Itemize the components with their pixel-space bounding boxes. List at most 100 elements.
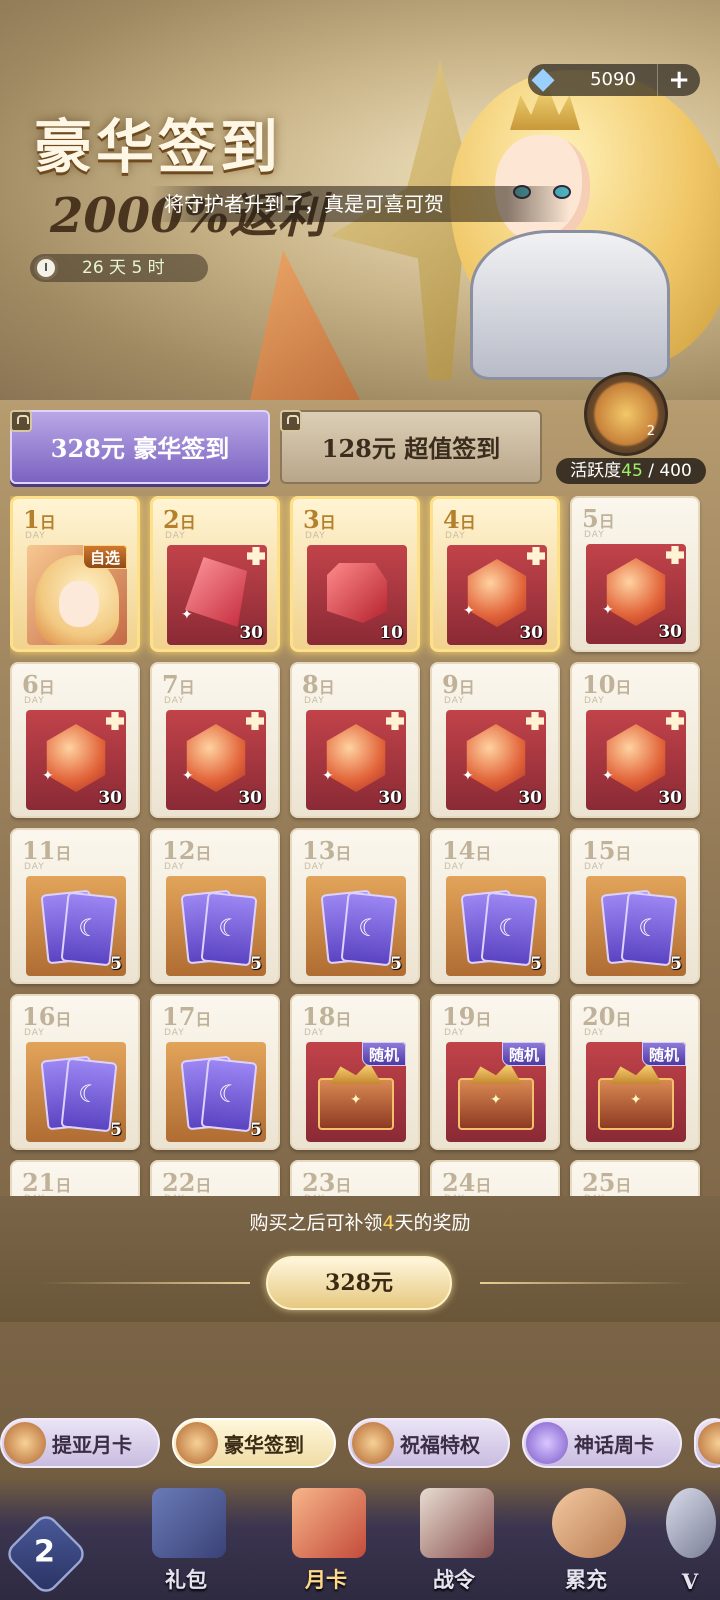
- reward-tag: 随机: [361, 1042, 406, 1066]
- day-reward-cell[interactable]: 4日 DAY ✦ 30: [430, 496, 560, 652]
- day-sublabel: DAY: [445, 531, 466, 541]
- reward-quantity: 5: [670, 954, 682, 974]
- reward-quantity: 30: [518, 788, 542, 808]
- day-sublabel: DAY: [584, 696, 605, 706]
- blessing-icon: [352, 1422, 394, 1464]
- day-label: 2日: [163, 505, 196, 534]
- subtab-blessing[interactable]: 祝福特权: [348, 1418, 510, 1468]
- reward-quantity: 5: [390, 954, 402, 974]
- day-reward-cell[interactable]: 6日 DAY ✦ 30: [10, 662, 140, 818]
- day-label: 8日: [302, 670, 335, 699]
- day-label: 25日: [582, 1168, 632, 1197]
- day-reward-cell[interactable]: 14日DAY 5: [430, 828, 560, 984]
- nav-cumulative-topup[interactable]: 累充: [536, 1478, 636, 1594]
- moon-cards-icon: 5: [446, 876, 546, 976]
- day-label: 22日: [162, 1168, 212, 1197]
- day-label: 14日: [442, 836, 492, 865]
- purchase-note: 购买之后可补领4天的奖励: [249, 1212, 471, 1234]
- add-currency-button[interactable]: +: [657, 64, 690, 96]
- subtab-tia-monthly[interactable]: 提亚月卡: [0, 1418, 160, 1468]
- moon-cards-icon: 5: [586, 876, 686, 976]
- subtab-next[interactable]: [694, 1418, 720, 1468]
- reward-quantity: 30: [658, 622, 682, 642]
- flame-gem-icon: ✦ 30: [26, 710, 126, 810]
- currency-bar: ◆ 5090 +: [528, 61, 700, 96]
- day-label: 11日: [22, 836, 72, 865]
- day-label: 5日: [582, 504, 615, 533]
- day-sublabel: DAY: [24, 1028, 45, 1038]
- day-reward-cell[interactable]: 2日 DAY ✦ 30: [150, 496, 280, 652]
- day-label: 1日: [23, 505, 56, 534]
- day-label: 13日: [302, 836, 352, 865]
- day-label: 23日: [302, 1168, 352, 1197]
- day-sublabel: DAY: [164, 862, 185, 872]
- day-label: 21日: [22, 1168, 72, 1197]
- tab-luxury-signin[interactable]: 328元 豪华签到: [10, 410, 270, 484]
- day-reward-cell[interactable]: 12日DAY 5: [150, 828, 280, 984]
- day-reward-cell[interactable]: 10日 DAY ✦ 30: [570, 662, 700, 818]
- day-label: 17日: [162, 1002, 212, 1031]
- day-reward-cell[interactable]: 8日 DAY ✦ 30: [290, 662, 420, 818]
- day-sublabel: DAY: [444, 1028, 465, 1038]
- clock-icon: [34, 256, 58, 280]
- buy-button[interactable]: 328元: [266, 1256, 452, 1310]
- day-reward-cell[interactable]: 3日 DAY 10: [290, 496, 420, 652]
- moon-cards-icon: 5: [26, 1042, 126, 1142]
- monthly-card-icon: [4, 1422, 46, 1464]
- nav-gift-pack[interactable]: 礼包: [136, 1478, 236, 1594]
- reward-tag: 自选: [82, 545, 127, 569]
- red-crystal-icon: ✦ 30: [167, 545, 267, 645]
- activity-reward-count: 2: [646, 424, 655, 439]
- lock-icon: [10, 410, 32, 432]
- vip-icon: [666, 1488, 716, 1558]
- day-reward-cell[interactable]: 20日 DAY ✦ 随机: [570, 994, 700, 1150]
- day-reward-cell[interactable]: 1日 DAY 自选: [10, 496, 140, 652]
- reward-tag: 随机: [641, 1042, 686, 1066]
- day-label: 7日: [162, 670, 195, 699]
- reward-quantity: 30: [519, 623, 543, 643]
- day-reward-cell[interactable]: 13日DAY 5: [290, 828, 420, 984]
- diamond-amount: 5090: [590, 69, 636, 90]
- moon-cards-icon: 5: [166, 876, 266, 976]
- lock-icon: [280, 410, 302, 432]
- gift-box-icon: [152, 1488, 226, 1558]
- reward-quantity: 30: [98, 788, 122, 808]
- day-reward-cell[interactable]: 11日DAY 5: [10, 828, 140, 984]
- hero-portrait-icon: 自选: [27, 545, 127, 645]
- flame-gem-icon: ✦ 30: [306, 710, 406, 810]
- reward-quantity: 5: [110, 1120, 122, 1140]
- reward-quantity: 5: [250, 1120, 262, 1140]
- day-sublabel: DAY: [25, 531, 46, 541]
- day-label: 20日: [582, 1002, 632, 1031]
- nav-vip[interactable]: V: [660, 1478, 720, 1594]
- flame-gem-icon: ✦ 30: [446, 710, 546, 810]
- day-reward-cell[interactable]: 17日DAY 5: [150, 994, 280, 1150]
- nav-battle-pass[interactable]: 战令: [404, 1478, 504, 1594]
- day-sublabel: DAY: [24, 862, 45, 872]
- helmet-icon: [420, 1488, 494, 1558]
- treasure-chest-icon: ✦ 随机: [446, 1042, 546, 1142]
- day-sublabel: DAY: [164, 696, 185, 706]
- nav-monthly-card[interactable]: 月卡: [276, 1478, 376, 1594]
- activity-reward-icon[interactable]: 2: [584, 372, 668, 456]
- day-reward-cell[interactable]: 5日 DAY ✦ 30: [570, 496, 700, 652]
- signin-grid: 1日 DAY 自选 2日 DAY ✦ 30 3日 DAY 10 4日 DAY ✦ 30 5日 DAY ✦ 30 6日…: [10, 496, 710, 1220]
- subtab-luxury-signin[interactable]: 豪华签到: [172, 1418, 336, 1468]
- day-label: 18日: [302, 1002, 352, 1031]
- reward-quantity: 30: [378, 788, 402, 808]
- day-reward-cell[interactable]: 18日 DAY ✦ 随机: [290, 994, 420, 1150]
- day-reward-cell[interactable]: 15日DAY 5: [570, 828, 700, 984]
- monthly-card-icon: [292, 1488, 366, 1558]
- day-label: 24日: [442, 1168, 492, 1197]
- subtab-myth-weekly[interactable]: 神话周卡: [522, 1418, 682, 1468]
- tab-value-signin[interactable]: 128元 超值签到: [280, 410, 542, 484]
- day-label: 12日: [162, 836, 212, 865]
- reward-quantity: 30: [238, 788, 262, 808]
- day-reward-cell[interactable]: 7日 DAY ✦ 30: [150, 662, 280, 818]
- day-reward-cell[interactable]: 19日 DAY ✦ 随机: [430, 994, 560, 1150]
- countdown-timer: 26 天 5 时: [30, 254, 208, 282]
- day-reward-cell[interactable]: 16日DAY 5: [10, 994, 140, 1150]
- screen: { "header": { "title": "豪华签到", "subtitle…: [0, 0, 720, 1600]
- day-reward-cell[interactable]: 9日 DAY ✦ 30: [430, 662, 560, 818]
- divider: [40, 1282, 250, 1284]
